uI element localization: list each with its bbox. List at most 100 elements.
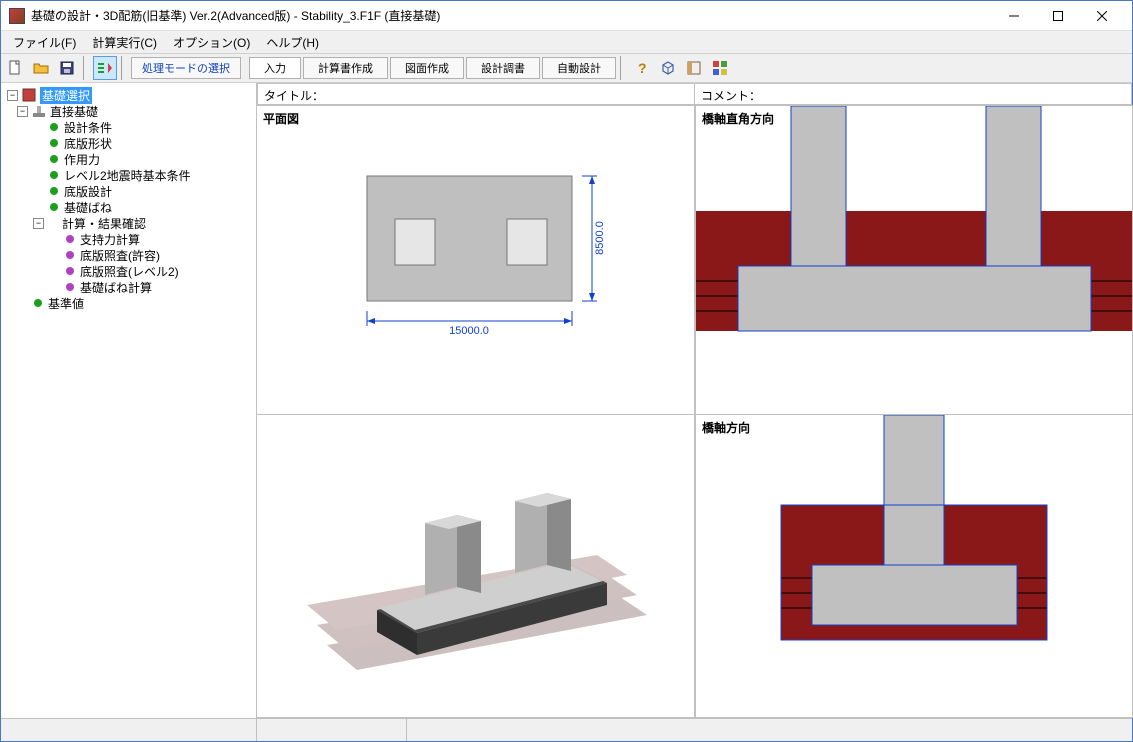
tree-level2[interactable]: レベル2地震時基本条件 [3,167,254,183]
isometric-view-panel[interactable] [257,415,695,718]
app-icon [22,88,36,102]
tab-drawing[interactable]: 図面作成 [390,57,464,79]
palette-button[interactable] [708,56,732,80]
left-panels: 平面図 15000.0 [257,105,695,718]
toolbar-separator [121,56,127,80]
menu-file[interactable]: ファイル(F) [5,31,84,54]
toolbar-separator [83,56,89,80]
content-area: − 基礎選択 − 直接基礎 設計条件 底版形状 作用力 レベル2地震時基本条件 … [1,83,1132,718]
status-cell [257,719,407,741]
tree-check-level2[interactable]: 底版照査(レベル2) [3,263,254,279]
help-button[interactable]: ? [630,56,654,80]
foundation-icon [32,104,46,118]
title-header: タイトル： [257,83,695,105]
tab-auto-design[interactable]: 自動設計 [542,57,616,79]
tree-sidebar[interactable]: − 基礎選択 − 直接基礎 設計条件 底版形状 作用力 レベル2地震時基本条件 … [1,83,257,718]
tab-input[interactable]: 入力 [249,57,301,79]
tree-direct-foundation[interactable]: − 直接基礎 [3,103,254,119]
tree-results[interactable]: − 計算・結果確認 [3,215,254,231]
tree-check-allowable[interactable]: 底版照査(許容) [3,247,254,263]
tree-label: 作用力 [64,151,100,168]
tree-force[interactable]: 作用力 [3,151,254,167]
axial-section-panel[interactable]: 橋軸方向 [695,415,1133,718]
bullet-icon [50,123,58,131]
perp-section-drawing [696,106,1132,415]
tree-root-label: 基礎選択 [40,87,92,104]
menu-help[interactable]: ヘルプ(H) [258,31,327,54]
plan-view-drawing: 15000.0 8500.0 [257,106,695,415]
tree-label: 基礎ばね [64,199,112,216]
tree-label: 計算・結果確認 [62,215,146,232]
toolbar-separator [620,56,626,80]
svg-text:?: ? [638,60,647,76]
expand-icon[interactable]: − [17,106,28,117]
tree-label: 基準値 [48,295,84,312]
close-button[interactable] [1080,2,1124,30]
dim-width: 15000.0 [449,325,489,337]
tree-label: 底版設計 [64,183,112,200]
tree-label: 支持力計算 [80,231,140,248]
tree-spring-calc[interactable]: 基礎ばね計算 [3,279,254,295]
tree-bearing-calc[interactable]: 支持力計算 [3,231,254,247]
tree-label: 基礎ばね計算 [80,279,152,296]
bullet-icon [50,155,58,163]
bullet-icon [66,267,74,275]
view3d-button[interactable] [656,56,680,80]
tree-base-design[interactable]: 底版設計 [3,183,254,199]
bullet-icon [50,187,58,195]
tree-base-shape[interactable]: 底版形状 [3,135,254,151]
tree-design-cond[interactable]: 設計条件 [3,119,254,135]
menu-option[interactable]: オプション(O) [165,31,258,54]
tab-design-report[interactable]: 設計調書 [466,57,540,79]
tree-label: 設計条件 [64,119,112,136]
main-area: タイトル： コメント： 平面図 [257,83,1132,718]
dim-depth: 8500.0 [594,221,606,255]
titlebar: 基礎の設計・3D配筋(旧基準) Ver.2(Advanced版) - Stabi… [1,1,1132,31]
tree-toggle-button[interactable] [93,56,117,80]
plan-view-panel[interactable]: 平面図 15000.0 [257,105,695,415]
window-title: 基礎の設計・3D配筋(旧基準) Ver.2(Advanced版) - Stabi… [31,7,992,24]
tree-label: 底版形状 [64,135,112,152]
menu-calc[interactable]: 計算実行(C) [84,31,165,54]
new-file-button[interactable] [3,56,27,80]
tree-standard[interactable]: 基準値 [3,295,254,311]
perpendicular-section-panel[interactable]: 橋軸直角方向 [695,105,1133,415]
minimize-button[interactable] [992,2,1036,30]
toolbar: 処理モードの選択 入力 計算書作成 図面作成 設計調書 自動設計 ? [1,53,1132,83]
app-window: 基礎の設計・3D配筋(旧基準) Ver.2(Advanced版) - Stabi… [0,0,1133,742]
app-icon [9,8,25,24]
panels-row: 平面図 15000.0 [257,105,1132,718]
panel-title: 橋軸直角方向 [702,110,774,127]
expand-icon[interactable]: − [7,90,18,101]
save-button[interactable] [55,56,79,80]
status-cell [407,719,1132,741]
bullet-icon [66,251,74,259]
header-row: タイトル： コメント： [257,83,1132,105]
comment-header: コメント： [695,83,1132,105]
mode-select-button[interactable]: 処理モードの選択 [131,57,241,79]
expand-icon[interactable]: − [33,218,44,229]
bullet-icon [66,235,74,243]
status-cell [1,719,257,741]
panel-title: 橋軸方向 [702,419,750,436]
axial-section-drawing [696,415,1132,717]
tree-label: 直接基礎 [50,103,98,120]
statusbar [1,718,1132,741]
panel-title: 平面図 [263,110,299,127]
tree-root[interactable]: − 基礎選択 [3,87,254,103]
tree-label: レベル2地震時基本条件 [64,167,191,184]
toggle-dock-button[interactable] [682,56,706,80]
bullet-icon [34,299,42,307]
window-buttons [992,2,1124,30]
isometric-drawing [257,415,695,717]
open-file-button[interactable] [29,56,53,80]
bullet-icon [66,283,74,291]
right-panels: 橋軸直角方向 [695,105,1133,718]
tree-label: 底版照査(許容) [80,247,160,264]
tree-spring[interactable]: 基礎ばね [3,199,254,215]
bullet-icon [50,203,58,211]
maximize-button[interactable] [1036,2,1080,30]
bullet-icon [50,171,58,179]
menubar: ファイル(F) 計算実行(C) オプション(O) ヘルプ(H) [1,31,1132,53]
tab-calc-report[interactable]: 計算書作成 [303,57,388,79]
